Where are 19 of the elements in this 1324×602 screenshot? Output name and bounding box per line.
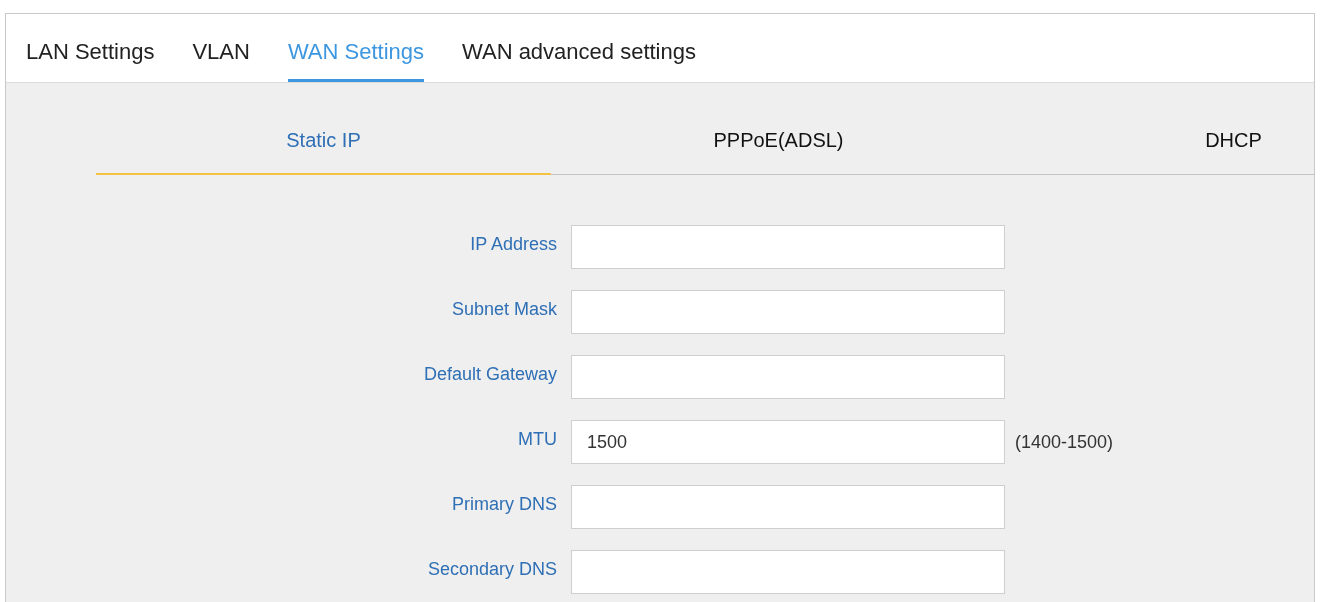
tab[interactable]: WAN advanced settings: [462, 35, 696, 82]
field-label: Primary DNS: [451, 492, 558, 516]
input-field[interactable]: [571, 355, 1005, 399]
tab[interactable]: LAN Settings: [26, 35, 155, 82]
field-label: Default Gateway: [422, 362, 558, 386]
connection-type-tab[interactable]: PPPoE(ADSL): [551, 107, 1006, 175]
tab[interactable]: VLAN: [192, 35, 250, 82]
input-field[interactable]: [571, 550, 1005, 594]
input-field[interactable]: [571, 225, 1005, 269]
input-field[interactable]: [571, 290, 1005, 334]
field-label: Subnet Mask: [450, 297, 558, 321]
field-label: MTU: [517, 427, 558, 451]
connection-type-tab[interactable]: DHCP: [1006, 107, 1314, 175]
range-hint: (1400-1500): [1015, 430, 1114, 454]
field-label: Secondary DNS: [426, 557, 558, 581]
connection-type-tab[interactable]: Static IP: [96, 107, 551, 175]
input-field[interactable]: [571, 485, 1005, 529]
input-field[interactable]: 1500: [571, 420, 1005, 464]
field-label: IP Address: [469, 232, 558, 256]
